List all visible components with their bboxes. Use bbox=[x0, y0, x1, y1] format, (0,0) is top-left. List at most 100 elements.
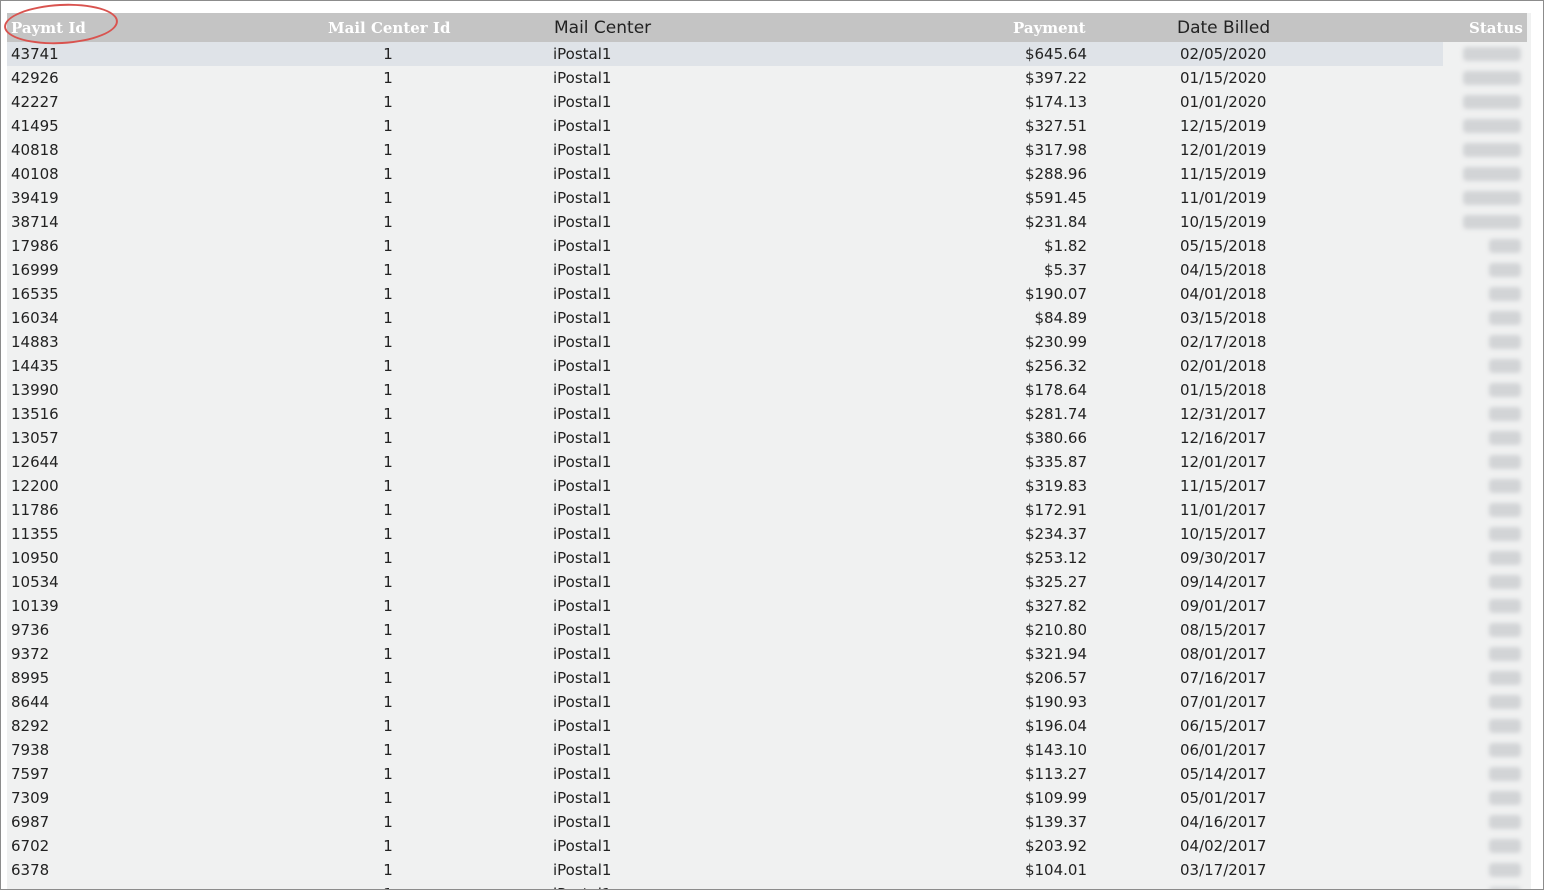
table-row[interactable]: 7597 1 iPostal1 $113.27 05/14/2017 bbox=[7, 762, 1531, 786]
column-header-status[interactable]: Status bbox=[1469, 13, 1523, 42]
payment-cell: $139.37 bbox=[1024, 813, 1087, 831]
table-row[interactable]: 8292 1 iPostal1 $196.04 06/15/2017 bbox=[7, 714, 1531, 738]
date-billed-cell: 12/01/2017 bbox=[1180, 453, 1267, 471]
table-row[interactable]: 14435 1 iPostal1 $256.32 02/01/2018 bbox=[7, 354, 1531, 378]
mail-center-cell: iPostal1 bbox=[553, 693, 612, 711]
table-row[interactable]: 8644 1 iPostal1 $190.93 07/01/2017 bbox=[7, 690, 1531, 714]
paymt-id-cell: 40818 bbox=[11, 141, 59, 159]
payment-cell: $104.01 bbox=[1024, 861, 1087, 879]
table-row[interactable]: 7309 1 iPostal1 $109.99 05/01/2017 bbox=[7, 786, 1531, 810]
payment-cell: $109.99 bbox=[1024, 789, 1087, 807]
redaction-blur bbox=[1489, 743, 1521, 757]
date-billed-cell: 04/01/2018 bbox=[1180, 285, 1267, 303]
table-row[interactable]: 12200 1 iPostal1 $319.83 11/15/2017 bbox=[7, 474, 1531, 498]
date-billed-cell: 08/01/2017 bbox=[1180, 645, 1267, 663]
mail-center-id-cell: 1 bbox=[383, 429, 393, 447]
table-row[interactable]: 9736 1 iPostal1 $210.80 08/15/2017 bbox=[7, 618, 1531, 642]
date-billed-cell: 01/01/2020 bbox=[1180, 93, 1267, 111]
table-row[interactable]: 13516 1 iPostal1 $281.74 12/31/2017 bbox=[7, 402, 1531, 426]
paymt-id-cell: 14883 bbox=[11, 333, 59, 351]
table-row[interactable]: 43741 1 iPostal1 $645.64 02/05/2020 bbox=[7, 42, 1521, 66]
mail-center-cell: iPostal1 bbox=[553, 837, 612, 855]
paymt-id-cell: 8995 bbox=[11, 669, 50, 687]
date-billed-cell: 05/01/2017 bbox=[1180, 789, 1267, 807]
mail-center-id-cell: 1 bbox=[383, 45, 393, 63]
table-row[interactable]: 13057 1 iPostal1 $380.66 12/16/2017 bbox=[7, 426, 1531, 450]
mail-center-id-cell: 1 bbox=[383, 765, 393, 783]
payment-cell: $256.32 bbox=[1024, 357, 1087, 375]
mail-center-id-cell: 1 bbox=[383, 837, 393, 855]
redaction-blur bbox=[1463, 143, 1521, 157]
paymt-id-cell: 14435 bbox=[11, 357, 59, 375]
table-header: Paymt Id Mail Center Id Mail Center Paym… bbox=[7, 13, 1527, 42]
table-row[interactable]: 7938 1 iPostal1 $143.10 06/01/2017 bbox=[7, 738, 1531, 762]
table-row[interactable]: 1 iPostal1 bbox=[7, 882, 1531, 889]
redaction-blur bbox=[1489, 815, 1521, 829]
table-row[interactable]: 11355 1 iPostal1 $234.37 10/15/2017 bbox=[7, 522, 1531, 546]
table-row[interactable]: 41495 1 iPostal1 $327.51 12/15/2019 bbox=[7, 114, 1531, 138]
paymt-id-cell: 42926 bbox=[11, 69, 59, 87]
table-row[interactable]: 12644 1 iPostal1 $335.87 12/01/2017 bbox=[7, 450, 1531, 474]
paymt-id-cell: 38714 bbox=[11, 213, 59, 231]
paymt-id-cell: 43741 bbox=[11, 45, 59, 63]
table-row[interactable]: 16999 1 iPostal1 $5.37 04/15/2018 bbox=[7, 258, 1531, 282]
paymt-id-cell: 7309 bbox=[11, 789, 50, 807]
status-cell-redacted bbox=[1465, 498, 1525, 522]
table-row[interactable]: 8995 1 iPostal1 $206.57 07/16/2017 bbox=[7, 666, 1531, 690]
date-billed-cell: 06/15/2017 bbox=[1180, 717, 1267, 735]
mail-center-id-cell: 1 bbox=[383, 237, 393, 255]
table-row[interactable]: 17986 1 iPostal1 $1.82 05/15/2018 bbox=[7, 234, 1531, 258]
table-row[interactable]: 42227 1 iPostal1 $174.13 01/01/2020 bbox=[7, 90, 1531, 114]
table-row[interactable]: 6987 1 iPostal1 $139.37 04/16/2017 bbox=[7, 810, 1531, 834]
payment-cell: $335.87 bbox=[1024, 453, 1087, 471]
column-header-date-billed[interactable]: Date Billed bbox=[1177, 13, 1270, 42]
paymt-id-cell: 17986 bbox=[11, 237, 59, 255]
mail-center-cell: iPostal1 bbox=[553, 165, 612, 183]
status-cell-redacted bbox=[1463, 90, 1525, 114]
table-row[interactable]: 16034 1 iPostal1 $84.89 03/15/2018 bbox=[7, 306, 1531, 330]
table-row[interactable]: 40818 1 iPostal1 $317.98 12/01/2019 bbox=[7, 138, 1531, 162]
table-row[interactable]: 6702 1 iPostal1 $203.92 04/02/2017 bbox=[7, 834, 1531, 858]
mail-center-cell: iPostal1 bbox=[553, 789, 612, 807]
redaction-blur bbox=[1489, 791, 1521, 805]
mail-center-cell: iPostal1 bbox=[553, 549, 612, 567]
table-row[interactable]: 16535 1 iPostal1 $190.07 04/01/2018 bbox=[7, 282, 1531, 306]
paymt-id-cell: 10534 bbox=[11, 573, 59, 591]
column-header-mail-center[interactable]: Mail Center bbox=[554, 13, 651, 42]
redaction-blur bbox=[1489, 239, 1521, 253]
table-row[interactable]: 10139 1 iPostal1 $327.82 09/01/2017 bbox=[7, 594, 1531, 618]
table-row[interactable]: 11786 1 iPostal1 $172.91 11/01/2017 bbox=[7, 498, 1531, 522]
date-billed-cell: 02/05/2020 bbox=[1180, 45, 1267, 63]
payment-cell: $325.27 bbox=[1024, 573, 1087, 591]
table-row[interactable]: 38714 1 iPostal1 $231.84 10/15/2019 bbox=[7, 210, 1531, 234]
status-cell-redacted bbox=[1465, 834, 1525, 858]
column-header-payment[interactable]: Payment bbox=[1013, 13, 1086, 42]
date-billed-cell: 09/30/2017 bbox=[1180, 549, 1267, 567]
date-billed-cell: 10/15/2019 bbox=[1180, 213, 1267, 231]
payment-cell: $319.83 bbox=[1024, 477, 1087, 495]
mail-center-cell: iPostal1 bbox=[553, 597, 612, 615]
mail-center-cell: iPostal1 bbox=[553, 813, 612, 831]
date-billed-cell: 08/15/2017 bbox=[1180, 621, 1267, 639]
mail-center-id-cell: 1 bbox=[383, 117, 393, 135]
column-header-mail-center-id[interactable]: Mail Center Id bbox=[328, 13, 450, 42]
table-row[interactable]: 10950 1 iPostal1 $253.12 09/30/2017 bbox=[7, 546, 1531, 570]
table-row[interactable]: 42926 1 iPostal1 $397.22 01/15/2020 bbox=[7, 66, 1531, 90]
screenshot-frame: Paymt Id Mail Center Id Mail Center Paym… bbox=[0, 0, 1544, 890]
paymt-id-cell: 6702 bbox=[11, 837, 50, 855]
redaction-blur bbox=[1463, 215, 1521, 229]
redaction-blur bbox=[1489, 575, 1521, 589]
status-cell-redacted bbox=[1463, 66, 1525, 90]
table-row[interactable]: 14883 1 iPostal1 $230.99 02/17/2018 bbox=[7, 330, 1531, 354]
paymt-id-cell: 16999 bbox=[11, 261, 59, 279]
status-cell-redacted bbox=[1465, 786, 1525, 810]
paymt-id-cell: 10139 bbox=[11, 597, 59, 615]
table-row[interactable]: 10534 1 iPostal1 $325.27 09/14/2017 bbox=[7, 570, 1531, 594]
table-row[interactable]: 39419 1 iPostal1 $591.45 11/01/2019 bbox=[7, 186, 1531, 210]
table-row[interactable]: 40108 1 iPostal1 $288.96 11/15/2019 bbox=[7, 162, 1531, 186]
table-row[interactable]: 6378 1 iPostal1 $104.01 03/17/2017 bbox=[7, 858, 1531, 882]
table-row[interactable]: 9372 1 iPostal1 $321.94 08/01/2017 bbox=[7, 642, 1531, 666]
column-header-paymt-id[interactable]: Paymt Id bbox=[11, 13, 86, 42]
status-cell-redacted bbox=[1465, 378, 1525, 402]
table-row[interactable]: 13990 1 iPostal1 $178.64 01/15/2018 bbox=[7, 378, 1531, 402]
